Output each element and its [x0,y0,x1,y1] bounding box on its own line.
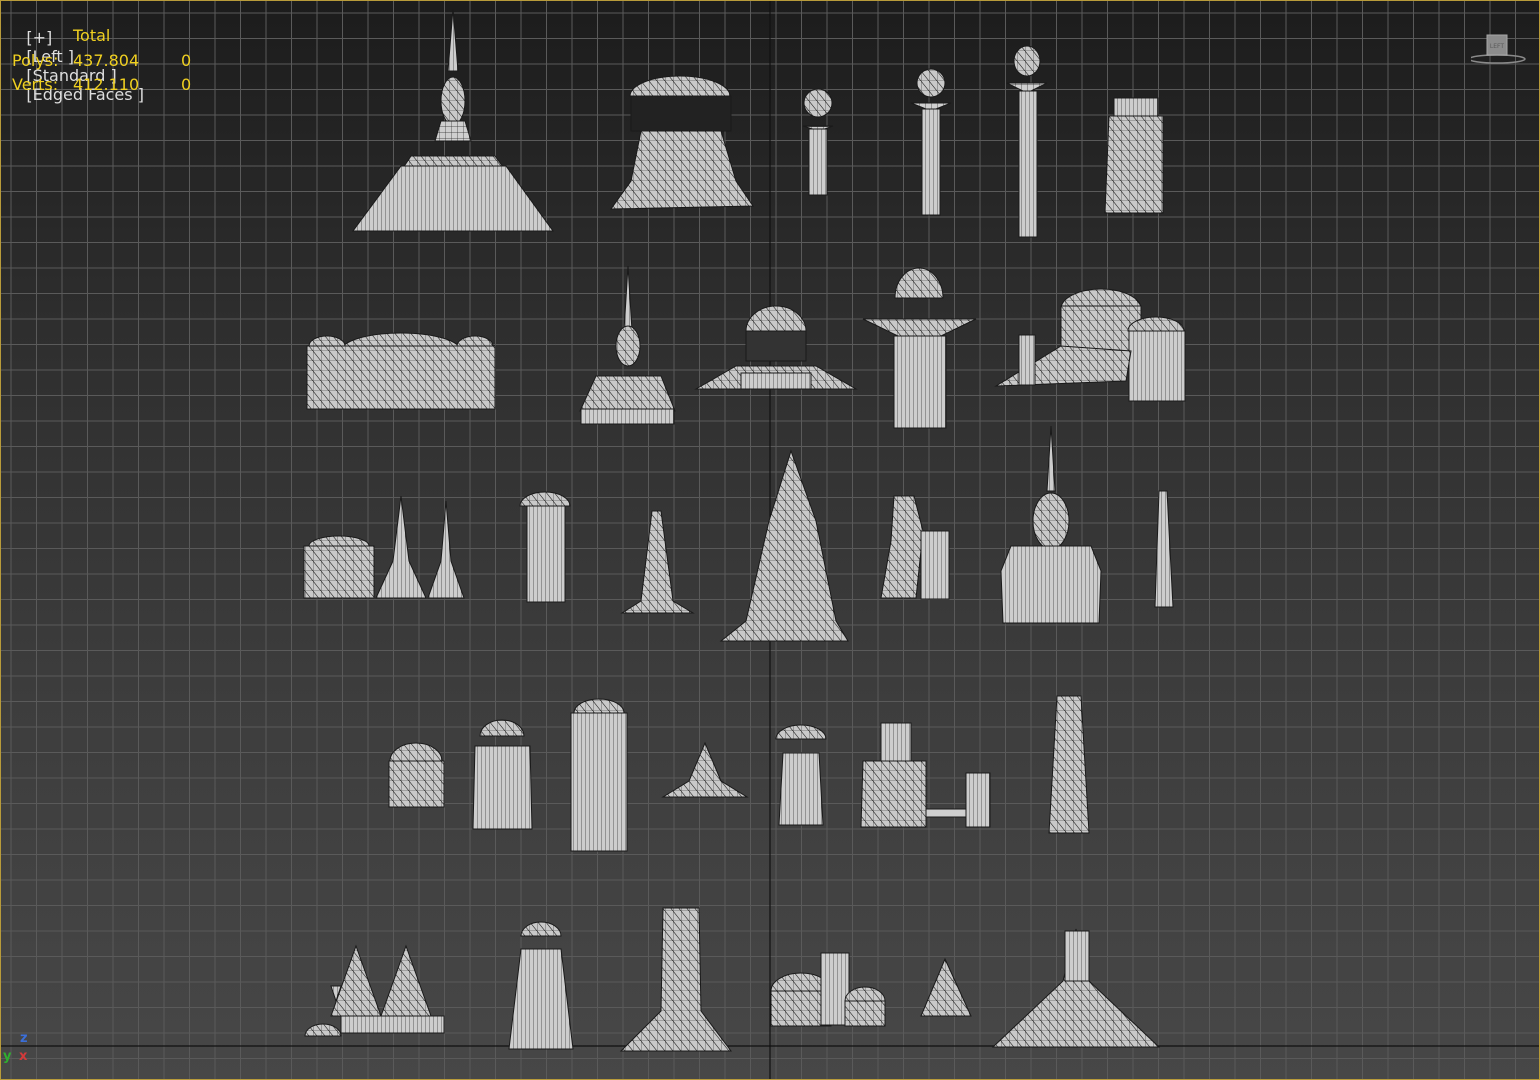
building-mesh-part[interactable] [573,698,625,714]
building-mesh-part[interactable] [526,505,566,603]
building-mesh-part[interactable] [921,108,941,216]
building-mesh-part[interactable] [994,345,1132,387]
building-mesh-part[interactable] [303,545,375,599]
building-mesh-part[interactable] [520,921,562,937]
building-mesh-part[interactable] [1113,97,1159,117]
scene-models[interactable] [1,1,1540,1080]
building-mesh-part[interactable] [925,808,967,818]
building-mesh-part[interactable] [860,760,927,828]
building-mesh-part[interactable] [862,318,977,337]
building-mesh-part[interactable] [1154,490,1174,608]
building-mesh-part[interactable] [803,88,833,118]
building-mesh-part[interactable] [388,760,445,808]
building-mesh-part[interactable] [472,745,533,830]
building-mesh-part[interactable] [1104,115,1164,214]
building-mesh-part[interactable] [389,742,443,762]
building-mesh-part[interactable] [519,491,571,507]
building-mesh-part[interactable] [745,305,807,332]
building-mesh-part[interactable] [880,722,912,764]
building-mesh-part[interactable] [775,724,827,740]
building-mesh-part[interactable] [447,8,459,72]
building-mesh-part[interactable] [1048,695,1090,834]
building-mesh-part[interactable] [629,75,731,97]
building-mesh-part[interactable] [330,944,382,1017]
building-mesh-part[interactable] [778,752,824,826]
left-viewport[interactable]: [+] [Left ] [Standard ] [Edged Faces ] T… [0,0,1540,1080]
building-mesh-part[interactable] [880,495,924,599]
building-mesh-part[interactable] [440,76,466,126]
building-mesh-part[interactable] [893,335,947,429]
axis-z-label: z [20,1031,28,1046]
building-mesh-part[interactable] [479,719,525,737]
building-mesh-part[interactable] [808,128,828,196]
building-mesh-part[interactable] [844,986,886,1002]
building-mesh-part[interactable] [920,957,972,1017]
building-mesh-part[interactable] [610,130,754,210]
building-mesh-part[interactable] [620,510,695,614]
building-mesh-part[interactable] [456,335,494,347]
building-mesh-part[interactable] [1046,425,1056,492]
building-mesh-part[interactable] [894,267,944,299]
building-mesh-part[interactable] [1000,545,1102,624]
axis-y-label: y [3,1049,12,1064]
building-mesh-part[interactable] [740,372,812,390]
building-mesh-part[interactable] [719,449,849,642]
building-mesh-part[interactable] [965,772,991,828]
building-mesh-part[interactable] [623,265,633,332]
building-mesh-part[interactable] [1018,334,1036,386]
building-mesh-part[interactable] [380,944,432,1017]
building-mesh-part[interactable] [434,120,472,142]
building-mesh-part[interactable] [745,330,807,362]
building-mesh-part[interactable] [920,530,950,600]
building-mesh-part[interactable] [1018,90,1038,238]
building-mesh-part[interactable] [427,500,465,599]
building-mesh-part[interactable] [1064,930,1090,982]
building-mesh-part[interactable] [1032,492,1070,550]
building-mesh-part[interactable] [580,408,675,425]
building-mesh-part[interactable] [340,1015,445,1034]
building-mesh-part[interactable] [615,325,641,367]
building-mesh-part[interactable] [661,741,749,798]
building-mesh-part[interactable] [308,535,370,547]
building-mesh-part[interactable] [1013,45,1041,77]
building-mesh-part[interactable] [375,495,427,599]
building-mesh-part[interactable] [306,345,496,410]
building-mesh-part[interactable] [508,948,574,1050]
building-mesh-part[interactable] [1128,330,1186,402]
building-mesh-part[interactable] [844,1000,886,1027]
building-mesh-part[interactable] [579,375,676,412]
building-mesh-part[interactable] [304,1023,342,1037]
building-mesh-part[interactable] [308,335,346,347]
building-mesh-part[interactable] [352,165,554,232]
building-mesh-part[interactable] [630,95,732,132]
building-mesh-part[interactable] [916,68,946,98]
building-mesh-part[interactable] [570,712,628,852]
axis-x-label: x [19,1049,28,1064]
building-mesh-part[interactable] [619,907,732,1052]
